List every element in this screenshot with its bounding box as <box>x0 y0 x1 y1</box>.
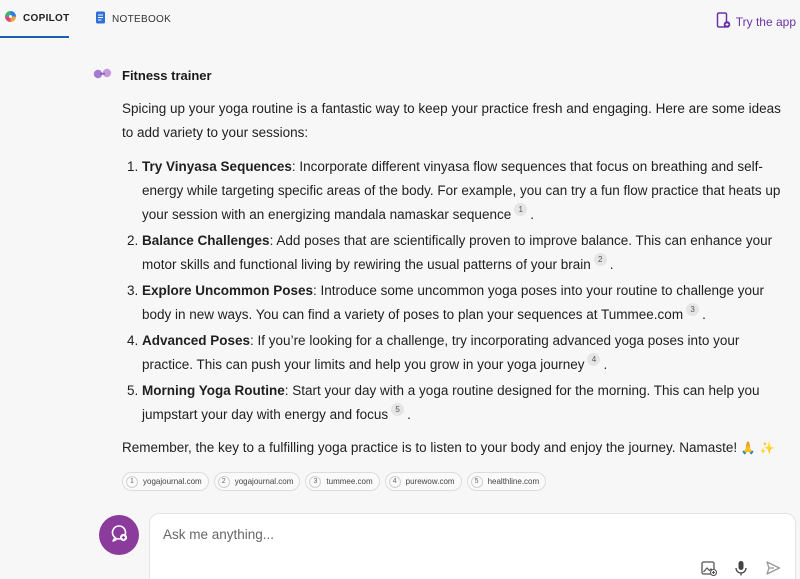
copilot-logo-icon <box>4 10 17 26</box>
list-item: Morning Yoga Routine: Start your day wit… <box>142 379 787 427</box>
source-number: 3 <box>309 475 322 488</box>
source-number: 4 <box>388 475 401 488</box>
tab-copilot[interactable]: COPILOT <box>0 0 69 38</box>
phone-app-icon <box>716 12 731 32</box>
persona-header: Fitness trainer <box>93 68 212 83</box>
item-end: . <box>530 207 534 222</box>
dumbbell-icon <box>93 68 113 83</box>
source-chip[interactable]: 1 yogajournal.com <box>122 472 209 491</box>
try-the-app-link[interactable]: Try the app <box>716 12 796 32</box>
citation-marker[interactable]: 1 <box>514 203 528 216</box>
list-item: Balance Challenges: Add poses that are s… <box>142 229 787 277</box>
response-outro: Remember, the key to a fulfilling yoga p… <box>122 436 787 460</box>
item-title: Morning Yoga Routine <box>142 383 285 398</box>
item-end: . <box>603 357 608 372</box>
citation-marker[interactable]: 4 <box>587 353 601 366</box>
source-list: 1 yogajournal.com 2 yogajournal.com 3 tumme… <box>122 472 787 491</box>
source-number: 1 <box>126 475 138 488</box>
list-item: Advanced Poses: If you’re looking for a … <box>142 329 787 377</box>
source-label: yogajournal.com <box>143 476 202 486</box>
source-chip[interactable]: 5 healthline.com <box>466 472 547 491</box>
tab-notebook-label: NOTEBOOK <box>112 13 172 25</box>
source-chip[interactable]: 3 tummee.com <box>305 472 380 491</box>
source-chip[interactable]: 2 yogajournal.com <box>213 472 301 491</box>
source-label: purewow.com <box>405 476 455 486</box>
tab-notebook[interactable]: NOTEBOOK <box>91 0 177 38</box>
item-end: . <box>407 407 411 422</box>
source-number: 2 <box>217 475 230 488</box>
source-label: healthline.com <box>487 476 540 486</box>
citation-marker[interactable]: 3 <box>686 303 700 316</box>
item-title: Balance Challenges <box>142 233 270 248</box>
response-intro: Spicing up your yoga routine is a fantas… <box>122 101 781 140</box>
chat-input-box <box>149 513 796 579</box>
source-label: yogajournal.com <box>234 476 294 486</box>
suggestion-list: Try Vinyasa Sequences: Incorporate diffe… <box>122 155 787 427</box>
item-title: Try Vinyasa Sequences <box>142 159 292 174</box>
source-chip[interactable]: 4 purewow.com <box>384 472 462 491</box>
persona-name: Fitness trainer <box>122 68 212 83</box>
item-title: Explore Uncommon Poses <box>142 283 314 298</box>
assistant-response: Spicing up your yoga routine is a fantas… <box>122 97 787 491</box>
item-end: . <box>609 257 614 272</box>
list-item: Explore Uncommon Poses: Introduce some u… <box>142 279 787 327</box>
tab-copilot-label: COPILOT <box>23 12 70 24</box>
input-actions <box>701 560 781 576</box>
try-the-app-label: Try the app <box>735 15 796 29</box>
item-title: Advanced Poses <box>142 333 251 348</box>
outro-emoji: 🙏 ✨ <box>740 441 775 455</box>
outro-text: Remember, the key to a fulfilling yoga p… <box>122 440 738 455</box>
new-topic-icon <box>109 523 129 548</box>
citation-marker[interactable]: 5 <box>391 403 405 416</box>
item-end: . <box>702 307 706 322</box>
new-topic-button[interactable] <box>99 515 139 555</box>
list-item: Try Vinyasa Sequences: Incorporate diffe… <box>142 155 787 227</box>
image-add-icon[interactable] <box>701 560 717 576</box>
send-icon[interactable] <box>765 560 781 576</box>
microphone-icon[interactable] <box>734 560 748 576</box>
source-label: tummee.com <box>326 476 373 486</box>
top-tab-bar: COPILOT NOTEBOOK Try the app <box>0 0 800 40</box>
notebook-icon <box>95 11 106 27</box>
citation-marker[interactable]: 2 <box>593 253 607 266</box>
source-number: 5 <box>470 475 483 488</box>
chat-input[interactable] <box>163 527 763 542</box>
